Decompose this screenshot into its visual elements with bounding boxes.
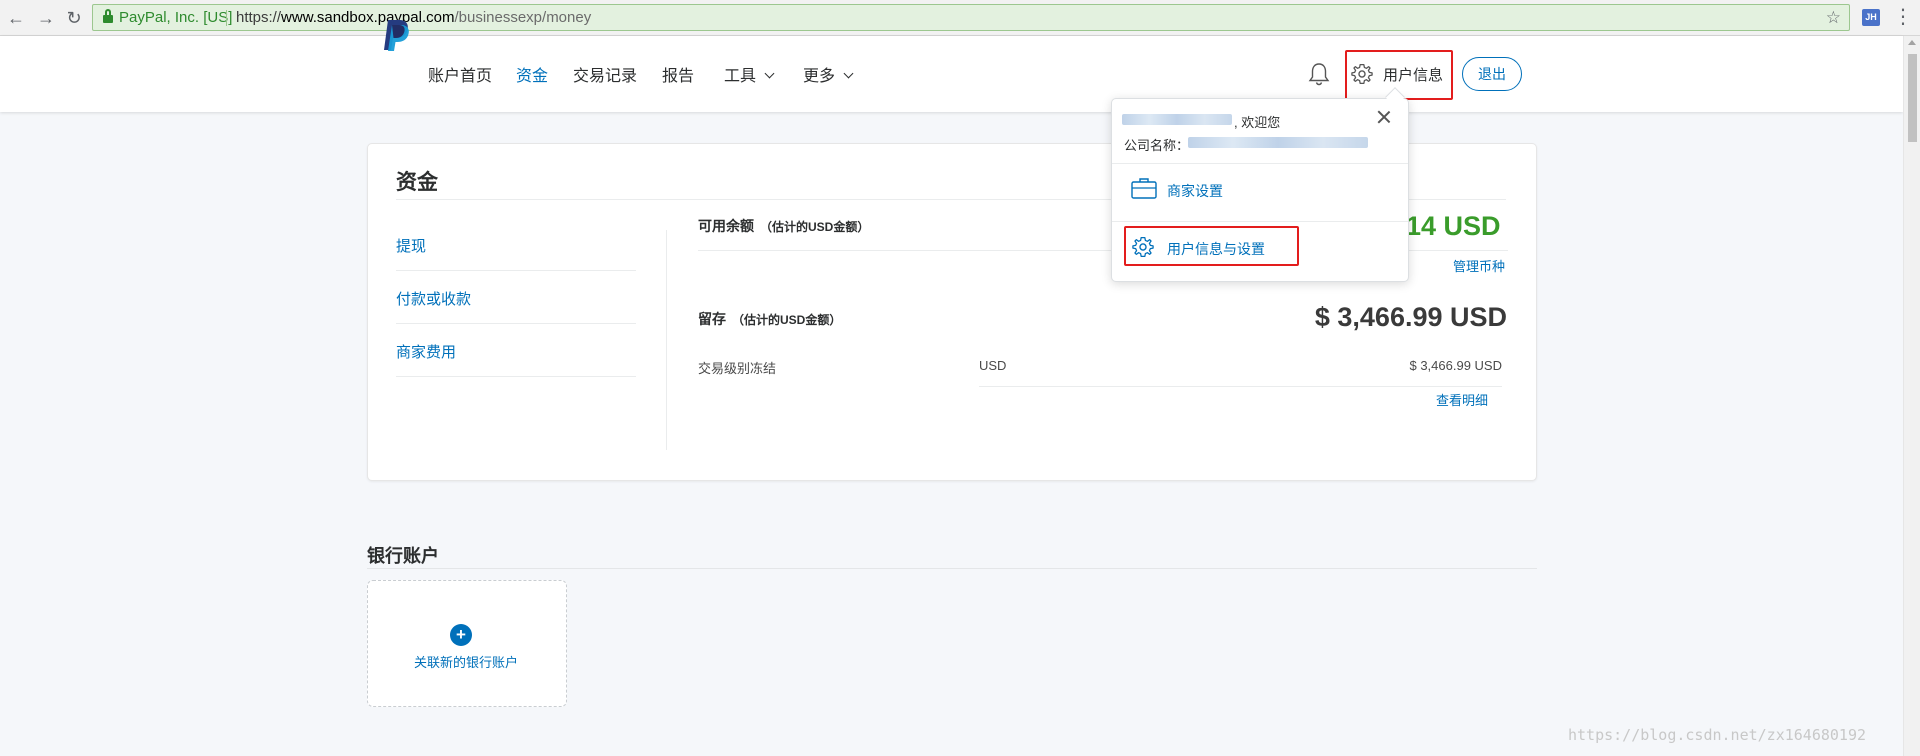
ev-certificate-name: PayPal, Inc. [US]: [119, 9, 233, 26]
plus-icon[interactable]: +: [450, 624, 472, 646]
user-info-button[interactable]: 用户信息: [1383, 64, 1443, 85]
url-text[interactable]: https://www.sandbox.paypal.com/businesse…: [236, 5, 591, 30]
hold-amount: $ 3,466.99 USD: [1314, 302, 1507, 332]
divider: [979, 386, 1502, 387]
logout-button[interactable]: 退出: [1462, 57, 1522, 91]
divider: [396, 376, 636, 377]
top-navigation: [0, 36, 1903, 112]
divider: [1112, 163, 1408, 164]
available-balance-label: 可用余额 （估计的USD金额）: [698, 218, 870, 234]
scroll-up-icon[interactable]: [1908, 40, 1916, 45]
manage-currencies-link[interactable]: 管理币种: [1453, 256, 1505, 275]
browser-toolbar: ← → ↻ PayPal, Inc. [US] https://www.sand…: [0, 0, 1920, 36]
welcome-text: , 欢迎您: [1234, 115, 1281, 130]
page-scrollbar[interactable]: [1903, 36, 1920, 756]
gear-icon[interactable]: [1351, 63, 1373, 85]
nav-dashboard[interactable]: 账户首页: [428, 62, 492, 86]
available-balance-amount: 14 USD: [1406, 211, 1501, 241]
divider: [396, 270, 636, 271]
withdraw-link[interactable]: 提现: [396, 235, 426, 256]
gear-icon: [1132, 237, 1154, 257]
view-details-link[interactable]: 查看明细: [1436, 390, 1488, 409]
divider: [396, 323, 636, 324]
redacted-company-name: [1188, 137, 1368, 148]
hold-type-cell: 交易级别冻结: [698, 361, 777, 376]
divider: [1112, 221, 1408, 222]
nav-activity[interactable]: 交易记录: [573, 62, 637, 86]
redacted-username: [1122, 114, 1232, 125]
company-name-label: 公司名称：: [1124, 138, 1190, 153]
page-title: 资金: [396, 171, 438, 194]
chevron-down-icon: [764, 68, 775, 79]
forward-icon[interactable]: →: [34, 6, 58, 30]
watermark: https://blog.csdn.net/zx164680192: [1568, 726, 1867, 744]
hold-label: 留存 （估计的USD金额）: [698, 311, 842, 327]
nav-more[interactable]: 更多: [803, 62, 854, 86]
merchant-settings-link[interactable]: 商家设置: [1167, 181, 1223, 201]
column-divider: [666, 230, 667, 450]
link-bank-account-link[interactable]: 关联新的银行账户: [414, 652, 518, 671]
address-separator: [226, 10, 227, 26]
address-bar[interactable]: PayPal, Inc. [US] https://www.sandbox.pa…: [92, 4, 1850, 31]
merchant-fees-link[interactable]: 商家费用: [396, 341, 456, 362]
browser-menu-icon[interactable]: ⋮: [1893, 6, 1913, 30]
reload-icon[interactable]: ↻: [62, 6, 86, 30]
extension-icon[interactable]: JH: [1862, 9, 1880, 26]
close-icon[interactable]: [1376, 109, 1392, 125]
nav-reports[interactable]: 报告: [662, 62, 694, 86]
hold-currency-cell: USD: [979, 358, 1007, 373]
chevron-down-icon: [843, 68, 854, 79]
bookmark-star-icon[interactable]: ☆: [1826, 5, 1841, 30]
back-icon[interactable]: ←: [4, 6, 28, 30]
bank-section-title: 银行账户: [367, 546, 439, 566]
nav-tools[interactable]: 工具: [724, 62, 775, 86]
briefcase-icon: [1131, 178, 1157, 199]
divider: [367, 568, 1537, 569]
hold-amount-cell: $ 3,466.99 USD: [1409, 358, 1502, 373]
paypal-logo-icon[interactable]: [382, 18, 410, 52]
nav-money[interactable]: 资金: [516, 62, 548, 86]
profile-settings-link[interactable]: 用户信息与设置: [1167, 239, 1265, 259]
notification-bell-icon[interactable]: [1308, 62, 1330, 86]
lock-icon: [103, 9, 113, 23]
scroll-thumb[interactable]: [1908, 54, 1917, 142]
send-receive-link[interactable]: 付款或收款: [396, 288, 471, 309]
